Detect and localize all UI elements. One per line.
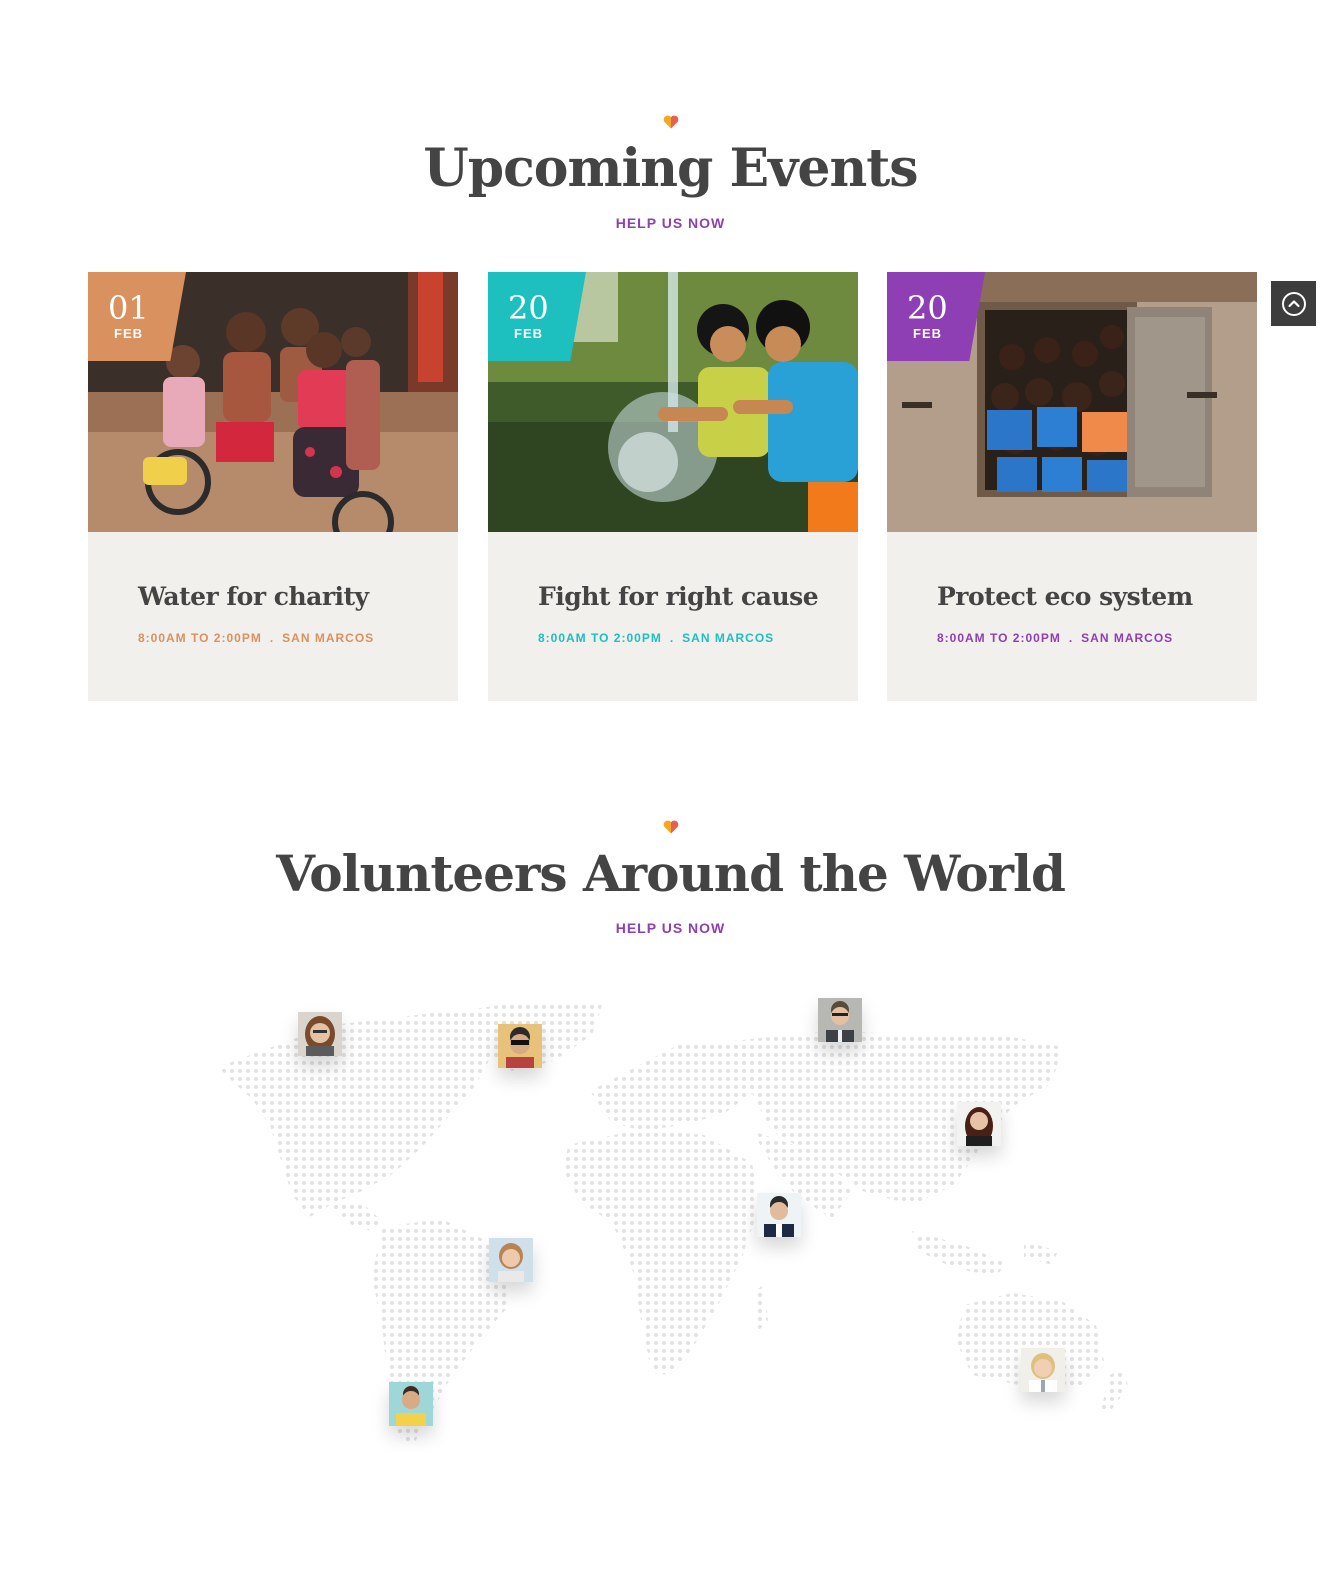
event-time: 8:00AM TO 2:00PM xyxy=(138,631,262,645)
event-location: SAN MARCOS xyxy=(282,631,375,645)
scroll-to-top-button[interactable] xyxy=(1271,281,1316,326)
event-day: 20 xyxy=(508,289,549,327)
event-time: 8:00AM TO 2:00PM xyxy=(937,631,1061,645)
event-location: SAN MARCOS xyxy=(1081,631,1174,645)
events-title: Upcoming Events xyxy=(423,138,918,199)
event-month: FEB xyxy=(913,326,942,341)
volunteer-avatar[interactable] xyxy=(1021,1348,1065,1392)
world-map xyxy=(218,1003,1128,1447)
volunteers-title: Volunteers Around the World xyxy=(276,844,1066,903)
heart-icon xyxy=(663,820,679,834)
event-month: FEB xyxy=(514,326,543,341)
event-card[interactable]: 20 FEB Protect eco system 8:00AM TO 2:00… xyxy=(887,272,1257,701)
event-title[interactable]: Fight for right cause xyxy=(538,582,819,611)
events-subtitle: HELP US NOW xyxy=(615,215,726,231)
date-badge: 20 FEB xyxy=(887,272,985,361)
event-day: 20 xyxy=(907,289,948,327)
volunteer-avatar[interactable] xyxy=(489,1238,533,1282)
event-meta: 8:00AM TO 2:00PM. SAN MARCOS xyxy=(138,631,375,645)
event-month: FEB xyxy=(114,326,143,341)
event-title[interactable]: Water for charity xyxy=(138,582,369,611)
event-day: 01 xyxy=(108,289,149,327)
date-badge: 20 FEB xyxy=(488,272,586,361)
heart-icon xyxy=(663,115,679,129)
event-title[interactable]: Protect eco system xyxy=(937,582,1193,611)
volunteers-subtitle: HELP US NOW xyxy=(615,920,726,936)
volunteer-avatar[interactable] xyxy=(389,1382,433,1426)
event-location: SAN MARCOS xyxy=(682,631,775,645)
event-card[interactable]: 01 FEB Water for charity 8:00AM TO 2:00P… xyxy=(88,272,458,701)
event-time: 8:00AM TO 2:00PM xyxy=(538,631,662,645)
volunteer-avatar[interactable] xyxy=(818,998,862,1042)
date-badge: 01 FEB xyxy=(88,272,186,361)
chevron-up-circle-icon xyxy=(1281,291,1306,316)
volunteer-avatar[interactable] xyxy=(498,1024,542,1068)
event-meta: 8:00AM TO 2:00PM. SAN MARCOS xyxy=(937,631,1174,645)
volunteer-avatar[interactable] xyxy=(757,1193,801,1237)
volunteer-avatar[interactable] xyxy=(957,1102,1001,1146)
volunteer-avatar[interactable] xyxy=(298,1012,342,1056)
event-card[interactable]: 20 FEB Fight for right cause 8:00AM TO 2… xyxy=(488,272,858,701)
event-meta: 8:00AM TO 2:00PM. SAN MARCOS xyxy=(538,631,775,645)
